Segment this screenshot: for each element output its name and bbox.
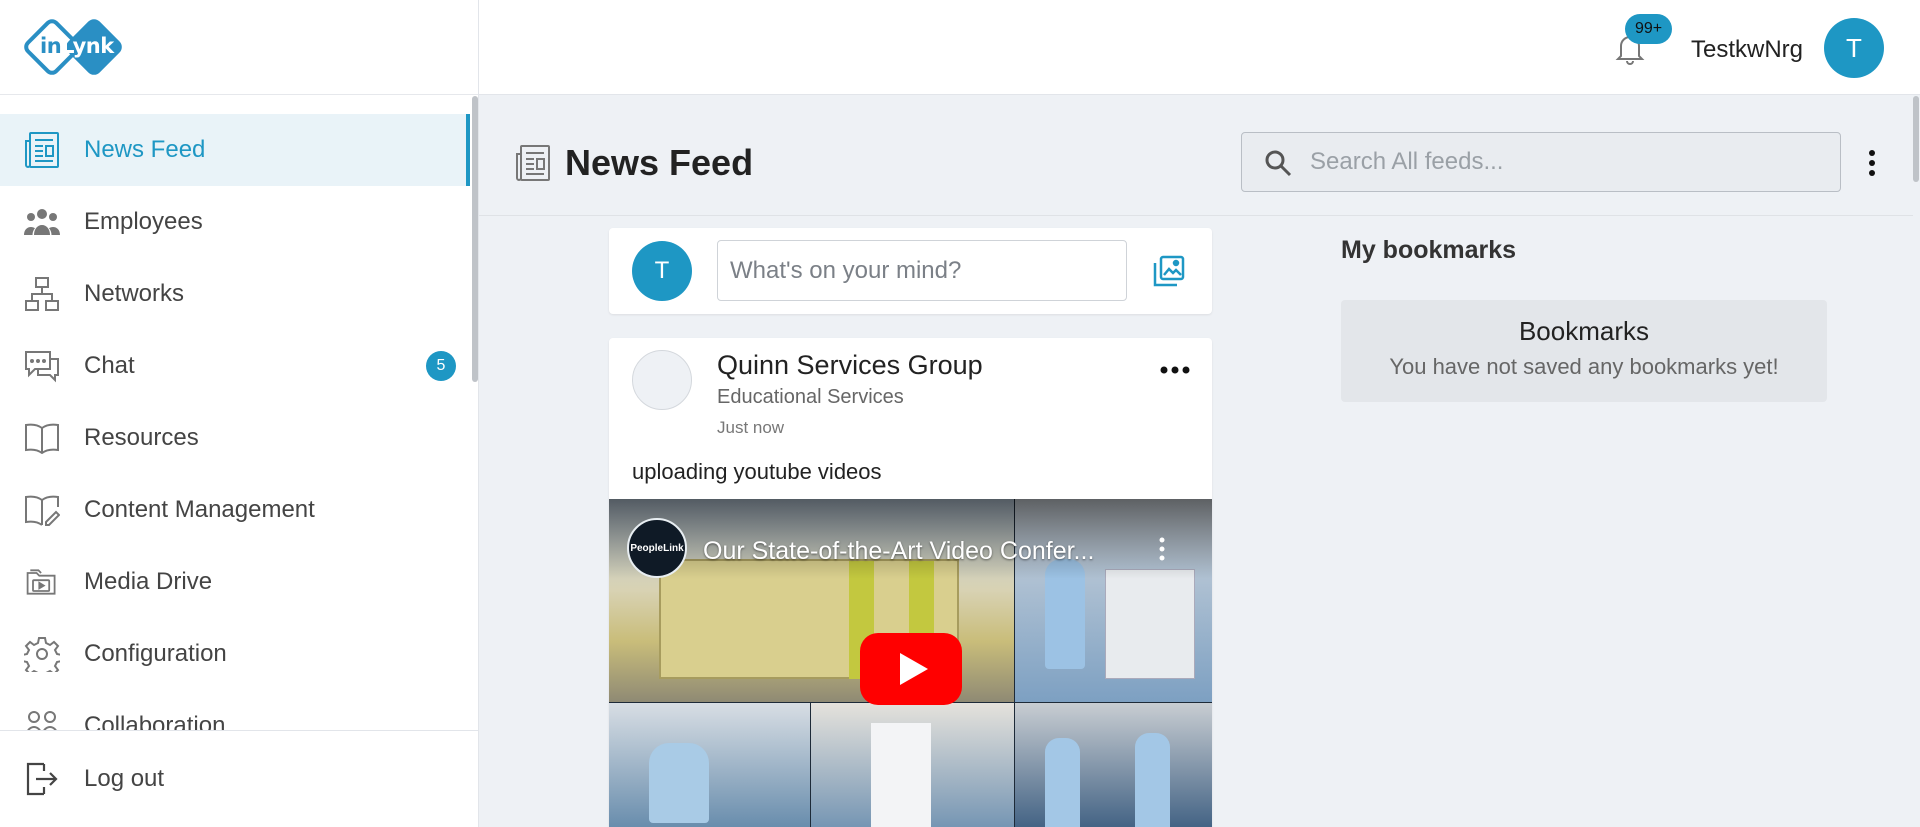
- sidebar-item-label: Content Management: [84, 496, 315, 523]
- sidebar-item-label: Chat: [84, 352, 135, 379]
- sidebar-item-employees[interactable]: Employees: [0, 186, 470, 258]
- sidebar: inLynk News Feed Employees Networks Chat…: [0, 0, 479, 827]
- sidebar-item-label: Resources: [84, 424, 199, 451]
- sidebar-item-configuration[interactable]: Configuration: [0, 618, 470, 690]
- post-more-icon[interactable]: [1159, 362, 1191, 374]
- notification-badge: 99+: [1625, 14, 1673, 44]
- post-timestamp: Just now: [717, 418, 785, 437]
- search-input[interactable]: [1310, 145, 1810, 179]
- video-thumbnail-assembly: [811, 703, 1014, 827]
- video-menu-icon[interactable]: [1158, 537, 1166, 561]
- feed-post: Quinn Services Group Educational Service…: [609, 338, 1212, 827]
- main-scrollbar[interactable]: [1913, 96, 1919, 182]
- user-avatar[interactable]: T: [1824, 18, 1884, 78]
- post-author-name[interactable]: Quinn Services Group: [717, 350, 983, 381]
- video-thumbnail-team: [1015, 703, 1212, 827]
- sidebar-item-collaboration[interactable]: Collaboration: [0, 690, 470, 730]
- post-composer: T: [609, 228, 1212, 314]
- search-icon: [1264, 149, 1292, 177]
- video-thumbnail-tech: [609, 703, 810, 827]
- bookmarks-title: My bookmarks: [1341, 236, 1517, 264]
- book-icon: [24, 420, 60, 456]
- search-box: [1241, 132, 1841, 192]
- sidebar-item-media-drive[interactable]: Media Drive: [0, 546, 470, 618]
- newspaper-icon: [24, 132, 60, 168]
- sidebar-item-networks[interactable]: Networks: [0, 258, 470, 330]
- people-icon: [24, 204, 60, 240]
- youtube-video-embed[interactable]: PeopleLink Our State-of-the-Art Video Co…: [609, 499, 1212, 827]
- logout-icon: [24, 761, 60, 797]
- play-button-icon[interactable]: [860, 633, 962, 705]
- sidebar-item-chat[interactable]: Chat 5: [0, 330, 470, 402]
- newspaper-icon: [515, 144, 551, 182]
- sidebar-item-news-feed[interactable]: News Feed: [0, 114, 470, 186]
- page-title: News Feed: [565, 142, 754, 183]
- status-input[interactable]: [717, 240, 1127, 301]
- sidebar-item-label: News Feed: [84, 136, 206, 163]
- bookmarks-empty-message: You have not saved any bookmarks yet!: [1389, 354, 1779, 379]
- sidebar-item-label: Media Drive: [84, 568, 213, 595]
- network-icon: [24, 276, 60, 312]
- add-media-icon[interactable]: [1152, 254, 1186, 288]
- chat-icon: [24, 348, 60, 384]
- sidebar-item-label: Collaboration: [84, 712, 226, 730]
- media-folder-icon: [24, 564, 60, 600]
- channel-avatar[interactable]: PeopleLink: [627, 518, 687, 578]
- sidebar-nav: News Feed Employees Networks Chat 5 Reso…: [0, 96, 470, 730]
- gear-icon: [24, 636, 60, 672]
- sidebar-item-content-management[interactable]: Content Management: [0, 474, 470, 546]
- bookmarks-heading: Bookmarks: [1518, 316, 1650, 346]
- post-author-avatar[interactable]: [632, 350, 692, 410]
- sidebar-item-label: Networks: [84, 280, 185, 307]
- post-author-category: Educational Services: [717, 386, 904, 408]
- bookmarks-card: Bookmarks You have not saved any bookmar…: [1341, 300, 1827, 402]
- sidebar-scrollbar[interactable]: [472, 96, 478, 382]
- more-options-icon[interactable]: [1867, 148, 1877, 178]
- page-header: News Feed: [479, 96, 1919, 216]
- top-bar: 99+ TestkwNrg T: [479, 0, 1920, 95]
- main-content: News Feed T Quinn Services Group Educati…: [479, 96, 1920, 827]
- video-title[interactable]: Our State-of-the-Art Video Confer...: [703, 537, 1094, 566]
- sidebar-item-label: Configuration: [84, 640, 227, 667]
- collaboration-icon: [24, 708, 60, 730]
- composer-avatar: T: [632, 241, 692, 301]
- logout-button[interactable]: Log out: [0, 730, 478, 827]
- book-edit-icon: [24, 492, 60, 528]
- post-text: uploading youtube videos: [632, 459, 882, 484]
- inlynk-logo[interactable]: inLynk: [20, 15, 126, 79]
- username[interactable]: TestkwNrg: [1691, 36, 1803, 64]
- chat-unread-badge: 5: [426, 351, 456, 381]
- sidebar-item-label: Employees: [84, 208, 203, 235]
- sidebar-item-resources[interactable]: Resources: [0, 402, 470, 474]
- logo-area: inLynk: [0, 0, 478, 95]
- logout-label: Log out: [84, 765, 165, 792]
